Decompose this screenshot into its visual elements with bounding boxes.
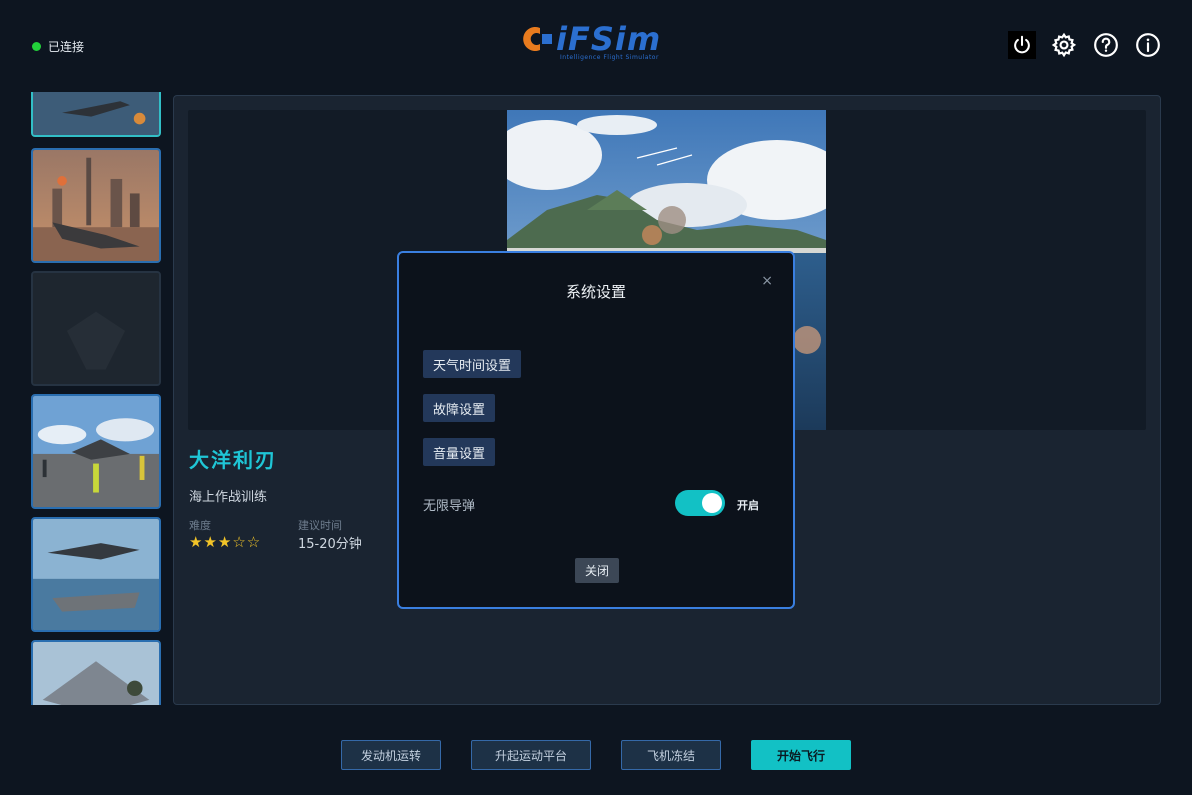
volume-settings-button[interactable]: 音量设置 <box>423 438 496 466</box>
mission-thumbnail-pilot[interactable] <box>31 640 161 705</box>
jet-with-pilot-image <box>33 642 159 705</box>
close-icon[interactable]: × <box>761 273 773 289</box>
difficulty-label: 难度 <box>189 519 211 532</box>
bottom-action-bar: 发动机运转 升起运动平台 飞机冻结 开始飞行 <box>341 740 851 770</box>
carrier-deck-crew-image <box>33 396 159 507</box>
system-settings-dialog: 系统设置 × 天气时间设置 故障设置 音量设置 无限导弹 开启 关闭 <box>397 251 795 609</box>
raise-motion-platform-button[interactable]: 升起运动平台 <box>471 740 591 770</box>
connection-status: 已连接 <box>32 38 84 55</box>
toggle-knob <box>702 493 722 513</box>
engine-run-button[interactable]: 发动机运转 <box>341 740 441 770</box>
mission-thumbnail-carrier-takeoff[interactable] <box>31 517 161 632</box>
app-logo: iFSim Intelligence Flight Simulator <box>520 20 680 66</box>
mission-thumbnail-carrier-deck[interactable] <box>31 394 161 509</box>
jet-over-sea-image <box>33 92 159 135</box>
toggle-state-label: 开启 <box>737 499 759 512</box>
locked-mission-image <box>33 273 159 384</box>
power-icon <box>1014 35 1030 54</box>
stealth-jet-city-image <box>33 150 159 261</box>
aircraft-freeze-button[interactable]: 飞机冻结 <box>621 740 721 770</box>
weather-time-settings-button[interactable]: 天气时间设置 <box>423 350 522 378</box>
gear-icon <box>1051 32 1077 58</box>
suggested-time-label: 建议时间 <box>298 519 342 532</box>
info-icon <box>1136 33 1160 57</box>
mission-title: 大洋利刃 <box>189 448 277 472</box>
jet-over-carrier-image <box>33 519 159 630</box>
suggested-time-value: 15-20分钟 <box>298 537 362 552</box>
difficulty-stars: ★★★☆☆ <box>189 533 262 551</box>
unlimited-missiles-toggle[interactable] <box>675 490 725 516</box>
start-flight-button[interactable]: 开始飞行 <box>751 740 851 770</box>
logo-subtitle: Intelligence Flight Simulator <box>560 54 659 61</box>
power-button[interactable] <box>1008 31 1036 59</box>
top-toolbar <box>1008 31 1162 59</box>
mission-subtitle: 海上作战训练 <box>189 490 268 505</box>
status-dot-icon <box>32 42 41 51</box>
help-icon <box>1094 33 1118 57</box>
mission-thumbnail-city[interactable] <box>31 148 161 263</box>
mission-thumbnail-ocean-blade[interactable] <box>31 92 161 137</box>
dialog-close-button[interactable]: 关闭 <box>575 558 619 583</box>
connection-status-label: 已连接 <box>48 40 85 54</box>
fault-settings-button[interactable]: 故障设置 <box>423 394 496 422</box>
logo-mark-icon <box>523 27 552 52</box>
mission-thumbnail-list[interactable] <box>31 92 161 705</box>
info-button[interactable] <box>1134 31 1162 59</box>
dialog-title: 系统设置 <box>565 283 626 301</box>
mission-thumbnail-locked[interactable] <box>31 271 161 386</box>
logo-text: iFSim <box>556 20 662 58</box>
unlimited-missiles-label: 无限导弹 <box>423 499 476 514</box>
help-button[interactable] <box>1092 31 1120 59</box>
settings-button[interactable] <box>1050 31 1078 59</box>
